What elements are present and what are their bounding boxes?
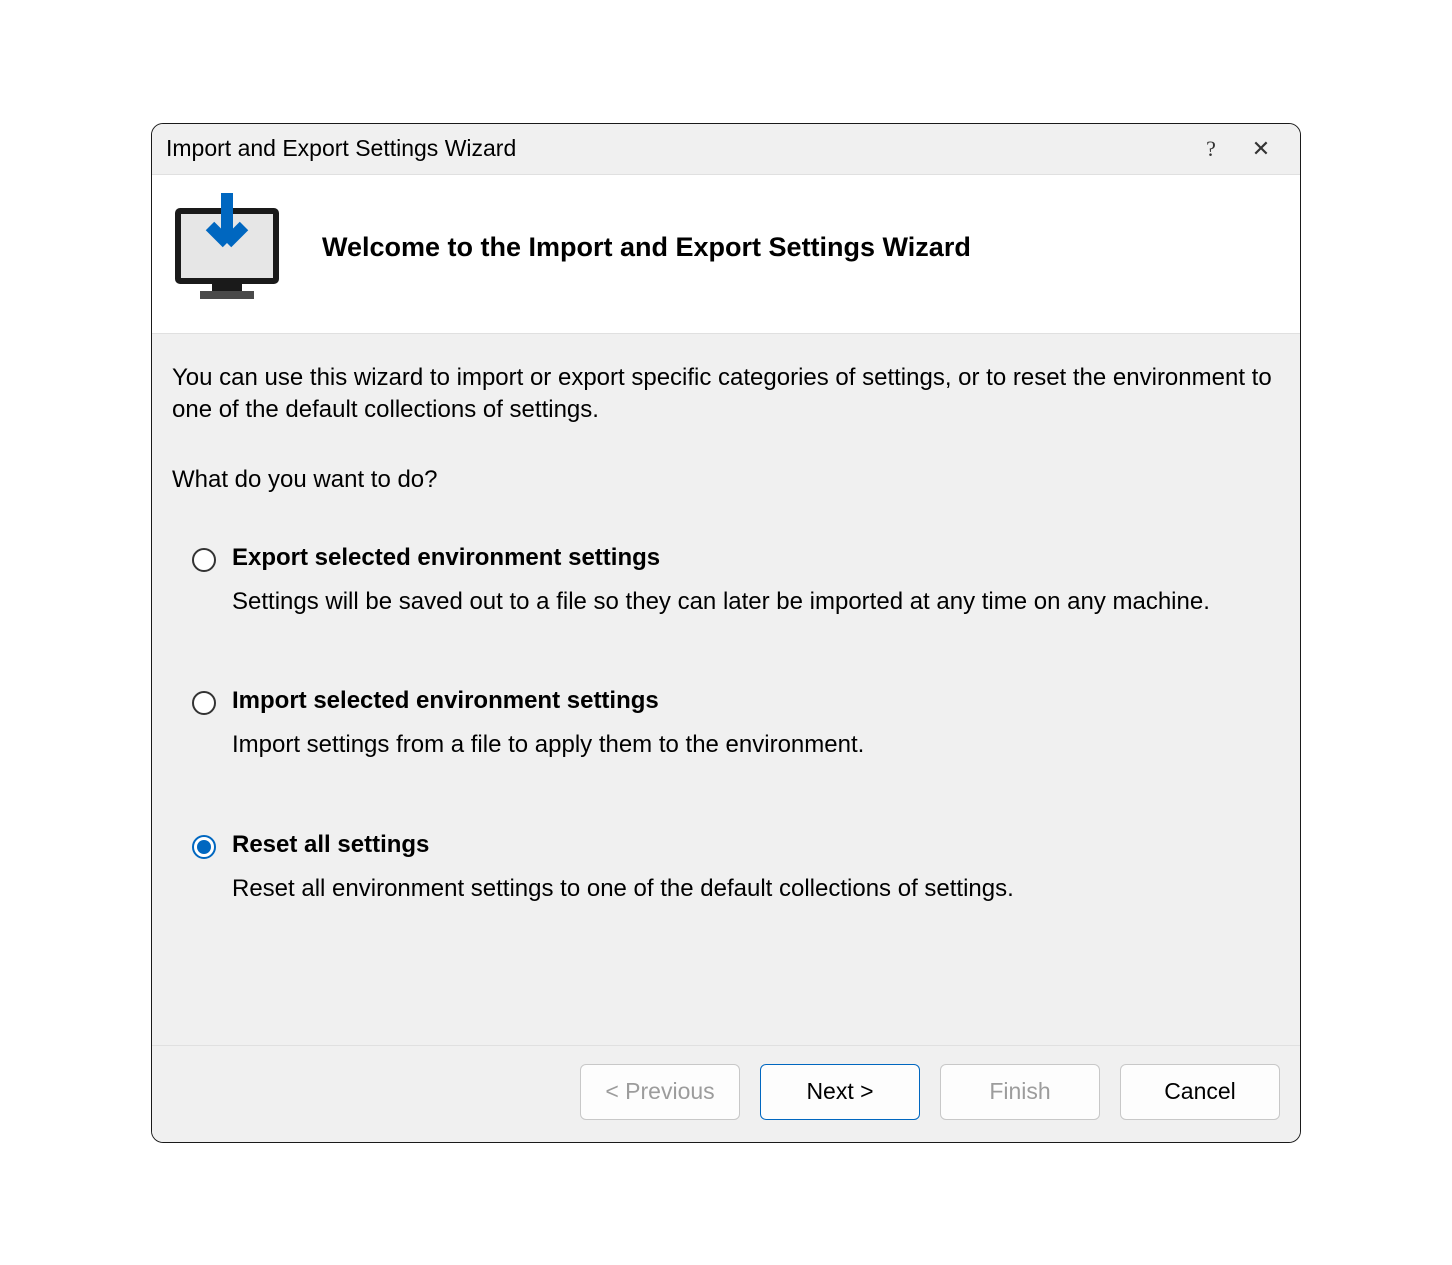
option-reset[interactable]: Reset all settings Reset all environment…: [192, 831, 1280, 904]
options-group: Export selected environment settings Set…: [172, 544, 1280, 904]
radio-import[interactable]: [192, 691, 216, 715]
question-text: What do you want to do?: [172, 466, 1280, 494]
option-import[interactable]: Import selected environment settings Imp…: [192, 687, 1280, 760]
option-title: Reset all settings: [232, 831, 1280, 859]
option-text: Import selected environment settings Imp…: [232, 687, 1280, 760]
radio-export[interactable]: [192, 548, 216, 572]
option-desc: Import settings from a file to apply the…: [232, 729, 1280, 760]
option-desc: Reset all environment settings to one of…: [232, 873, 1280, 904]
cancel-button[interactable]: Cancel: [1120, 1064, 1280, 1120]
wizard-footer: < Previous Next > Finish Cancel: [152, 1045, 1300, 1142]
titlebar: Import and Export Settings Wizard ? ✕: [152, 124, 1300, 174]
help-button[interactable]: ?: [1186, 129, 1236, 169]
window-title: Import and Export Settings Wizard: [166, 135, 1186, 162]
option-text: Reset all settings Reset all environment…: [232, 831, 1280, 904]
wizard-header: Welcome to the Import and Export Setting…: [152, 174, 1300, 333]
radio-reset[interactable]: [192, 835, 216, 859]
previous-button[interactable]: < Previous: [580, 1064, 740, 1120]
import-monitor-icon: [172, 193, 282, 303]
finish-button[interactable]: Finish: [940, 1064, 1100, 1120]
option-desc: Settings will be saved out to a file so …: [232, 586, 1280, 617]
wizard-heading: Welcome to the Import and Export Setting…: [322, 232, 971, 263]
close-button[interactable]: ✕: [1236, 129, 1286, 169]
option-export[interactable]: Export selected environment settings Set…: [192, 544, 1280, 617]
wizard-dialog: Import and Export Settings Wizard ? ✕ We…: [151, 123, 1301, 1143]
intro-text: You can use this wizard to import or exp…: [172, 362, 1280, 427]
next-button[interactable]: Next >: [760, 1064, 920, 1120]
option-title: Export selected environment settings: [232, 544, 1280, 572]
option-text: Export selected environment settings Set…: [232, 544, 1280, 617]
option-title: Import selected environment settings: [232, 687, 1280, 715]
wizard-content: You can use this wizard to import or exp…: [152, 333, 1300, 1045]
